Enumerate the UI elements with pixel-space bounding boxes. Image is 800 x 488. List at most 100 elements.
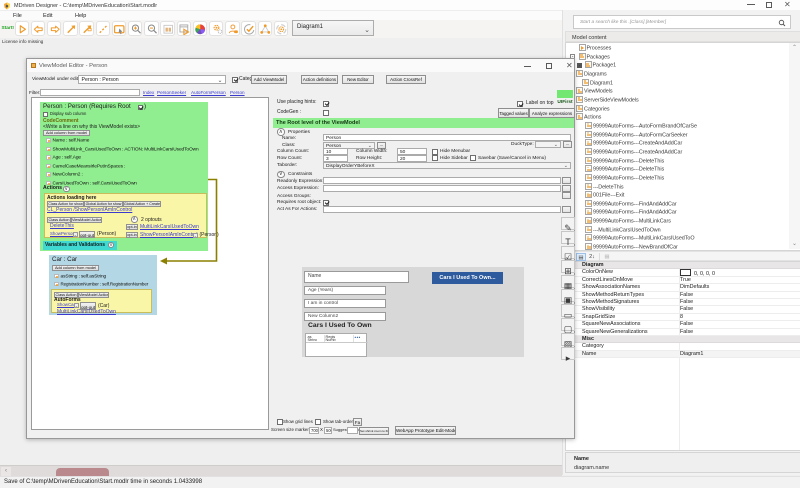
class-triangle-icon[interactable]: [257, 21, 272, 36]
tree-item[interactable]: Categories: [566, 104, 800, 114]
editor-titlebar[interactable]: ViewModel Editor - Person ✕: [27, 59, 574, 72]
tile-windows-icon[interactable]: [160, 21, 175, 36]
tree-item[interactable]: ---MultiLinkCarsIUsedToOwn: [566, 225, 800, 235]
menu-edit[interactable]: Edit: [43, 13, 52, 19]
palette-button[interactable]: T: [561, 231, 575, 247]
tree-item[interactable]: 99999AutoForms---CreateAndAddCar: [566, 139, 800, 148]
readonly-input[interactable]: [323, 177, 561, 184]
scroll-down-icon[interactable]: ⌄: [792, 241, 797, 247]
ducktype-combobox[interactable]: ⌄: [535, 140, 561, 148]
link-index[interactable]: Index: [143, 90, 154, 95]
property-row[interactable]: ColorOnNew 0, 0, 0, 0: [566, 269, 800, 277]
tree-item[interactable]: ServerSideViewModels: [566, 95, 800, 105]
palette-button[interactable]: ▢: [561, 318, 575, 334]
window-select-icon[interactable]: [111, 21, 127, 36]
diagram-combobox[interactable]: Diagram1 ⌄: [292, 20, 374, 36]
row-count-input[interactable]: 3: [323, 154, 348, 162]
under-edit-combobox[interactable]: Person : Person ⌄: [77, 74, 226, 85]
forward-arrow-icon[interactable]: [46, 21, 62, 36]
cars-i-used-to-own-button[interactable]: Cars I Used To Own...: [432, 272, 503, 284]
run-window-icon[interactable]: [176, 21, 191, 36]
tree-item[interactable]: 99999AutoForms---NewBrandOfCar: [566, 243, 800, 250]
preview-name-field[interactable]: Name: [304, 271, 409, 283]
tree-item[interactable]: - Packages: [566, 52, 800, 62]
properties-collapse-icon[interactable]: ∧: [277, 128, 285, 136]
tree-item[interactable]: Actions: [566, 113, 800, 122]
tab-scroll-left-button[interactable]: ‹: [1, 467, 11, 476]
validate-check-icon[interactable]: [241, 21, 256, 36]
tree-item[interactable]: 99999AutoForms---FindAndAddCar: [566, 199, 800, 209]
fa-button[interactable]: Fa: [353, 418, 362, 426]
tree-item[interactable]: Diagram1: [566, 78, 800, 88]
access-browse-button[interactable]: [562, 184, 571, 192]
zoom-out-icon[interactable]: [144, 21, 159, 36]
use-placing-hints-checkbox[interactable]: [323, 100, 329, 107]
sort-categorized-icon[interactable]: ▤: [576, 252, 586, 261]
class-browse-button[interactable]: ...: [377, 141, 386, 149]
editor-close-button[interactable]: ✕: [566, 62, 573, 70]
palette-button[interactable]: ▦: [561, 274, 575, 291]
zoom-in-icon[interactable]: [127, 21, 143, 36]
add-viewmodel-button[interactable]: Add ViewModel: [251, 74, 287, 84]
link-person[interactable]: Person: [230, 90, 245, 95]
palette-button[interactable]: ✎: [561, 216, 575, 233]
link-personseeker[interactable]: PersonSeeker: [157, 90, 186, 95]
tree-item[interactable]: 99999AutoForms---DeleteThis: [566, 173, 800, 183]
screen-width-input[interactable]: 700: [309, 427, 319, 434]
preview-control-field[interactable]: I am in control: [304, 299, 386, 308]
preview-grid[interactable]: as Strinc Regis Numb •••: [304, 333, 368, 357]
property-row[interactable]: ShowMethodReturnTypes False: [566, 291, 800, 299]
taborder-combobox[interactable]: DisplayOrderYBeforeX ⌄: [323, 161, 571, 169]
savebar-checkbox[interactable]: [470, 155, 476, 161]
editor-maximize-button[interactable]: [546, 62, 552, 69]
action-definitions-button[interactable]: Action definitions: [301, 74, 338, 84]
tree-expander-icon[interactable]: -: [577, 62, 582, 68]
constraints-collapse-icon[interactable]: ∨: [277, 170, 285, 178]
webapp-prototype-button[interactable]: WebApp Prototype Edit-Mode: [395, 426, 456, 435]
actas-browse-button[interactable]: [562, 205, 571, 213]
tree-item[interactable]: 99999AutoForms---AutoFormCarSeeker: [566, 130, 800, 140]
palette-button[interactable]: ▣: [561, 289, 575, 305]
user-actions-icon[interactable]: [225, 21, 240, 36]
tree-item[interactable]: ---DeleteThis: [566, 182, 800, 192]
categ-checkbox[interactable]: [232, 76, 238, 83]
row-height-input[interactable]: 20: [397, 154, 427, 162]
property-row[interactable]: Diagram: [566, 262, 800, 270]
property-row[interactable]: SnapGridSize 8: [566, 313, 800, 322]
readonly-browse-button[interactable]: [562, 177, 571, 184]
property-row[interactable]: Misc: [566, 335, 800, 344]
name-input[interactable]: Person: [323, 134, 571, 141]
property-row[interactable]: CorrectLinesOnMove True: [566, 276, 800, 285]
property-pages-icon[interactable]: ▦: [602, 253, 612, 262]
model-search-box[interactable]: Start a search like this .[Class].[Membe…: [573, 15, 791, 29]
grid-more-dots[interactable]: •••: [355, 335, 361, 341]
hide-sidebar-checkbox[interactable]: [432, 155, 438, 161]
preview-newcolumn-field[interactable]: New Column2: [304, 311, 386, 321]
tree-item[interactable]: 001File---Exit: [566, 191, 800, 200]
label-on-top-checkbox[interactable]: [517, 101, 523, 107]
palette-button[interactable]: ▨: [561, 332, 575, 349]
tree-item[interactable]: 99999AutoForms---DeleteThis: [566, 156, 800, 166]
palette-button[interactable]: ☑: [561, 245, 575, 262]
show-tab-order-checkbox[interactable]: [315, 419, 321, 425]
menu-help[interactable]: Help: [75, 13, 86, 19]
action-crossref-button[interactable]: Action CrossRef: [386, 74, 426, 84]
property-row[interactable]: SquareNewAssociations False: [566, 321, 800, 329]
tree-item[interactable]: Processes: [566, 44, 800, 53]
tree-item[interactable]: 99999AutoForms---AutoFormBrandOfCarSe: [566, 121, 800, 131]
gear-spiral-icon[interactable]: [273, 21, 289, 36]
tree-item[interactable]: 99999AutoForms---MultiLinkCarsIUsedToO: [566, 234, 800, 243]
property-row[interactable]: ShowMethodSignatures False: [566, 298, 800, 307]
new-editor-button[interactable]: New Editor: [342, 74, 374, 84]
settings-gears-icon[interactable]: [208, 21, 224, 36]
play-icon[interactable]: [14, 21, 29, 36]
color-wheel-icon[interactable]: [192, 21, 208, 36]
groups-browse-button[interactable]: [562, 192, 571, 199]
sort-alpha-icon[interactable]: 2↓: [587, 253, 597, 262]
link-autoformperson[interactable]: AutoFormPerson: [191, 90, 226, 95]
menu-file[interactable]: File: [13, 13, 22, 19]
tree-item[interactable]: 99999AutoForms---DeleteThis: [566, 165, 800, 174]
tree-item[interactable]: - Package1: [566, 61, 800, 70]
filter-input[interactable]: [40, 88, 140, 96]
hide-menubar-checkbox[interactable]: [432, 148, 438, 155]
